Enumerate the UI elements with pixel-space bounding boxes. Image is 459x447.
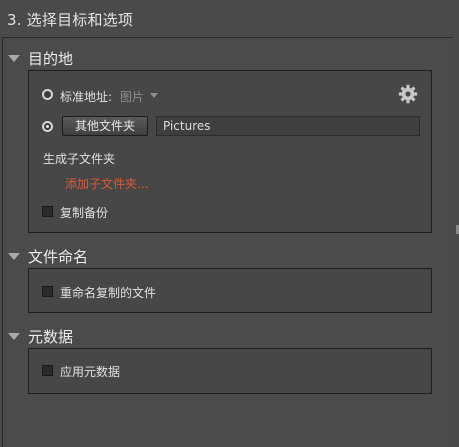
apply-metadata-checkbox[interactable] xyxy=(42,365,53,376)
section-header-destination[interactable]: 目的地 xyxy=(8,48,73,69)
destination-box: 标准地址: 图片 其他文件夹 Pictures 生成子文件夹 添加子文件夹...… xyxy=(28,70,432,233)
standard-address-dropdown[interactable]: 图片 xyxy=(120,88,144,105)
section-header-file-naming[interactable]: 文件命名 xyxy=(8,246,88,267)
destination-path-field[interactable]: Pictures xyxy=(156,116,420,136)
standard-address-label: 标准地址: xyxy=(60,90,113,104)
triangle-down-icon xyxy=(8,55,20,62)
section-title-metadata: 元数据 xyxy=(28,328,74,346)
rename-checkbox[interactable] xyxy=(42,286,53,297)
other-folder-button[interactable]: 其他文件夹 xyxy=(62,116,148,136)
section-title-file-naming: 文件命名 xyxy=(28,248,89,266)
page-title: 3. 选择目标和选项 xyxy=(7,11,134,29)
add-subfolder-link[interactable]: 添加子文件夹... xyxy=(65,175,148,192)
subfolder-label: 生成子文件夹 xyxy=(43,152,116,166)
section-title-destination: 目的地 xyxy=(28,50,74,68)
gear-icon[interactable] xyxy=(398,84,418,104)
other-folder-radio[interactable] xyxy=(42,121,53,132)
triangle-down-icon xyxy=(8,333,20,340)
rename-label: 重命名复制的文件 xyxy=(60,286,157,300)
metadata-box: 应用元数据 xyxy=(28,348,432,394)
backup-label: 复制备份 xyxy=(60,206,109,220)
apply-metadata-label: 应用元数据 xyxy=(60,365,121,379)
backup-checkbox[interactable] xyxy=(42,206,53,217)
section-header-metadata[interactable]: 元数据 xyxy=(8,326,73,347)
triangle-down-icon xyxy=(8,253,20,260)
standard-address-radio[interactable] xyxy=(42,89,53,100)
file-naming-box: 重命名复制的文件 xyxy=(28,268,432,313)
chevron-down-icon xyxy=(150,93,158,98)
